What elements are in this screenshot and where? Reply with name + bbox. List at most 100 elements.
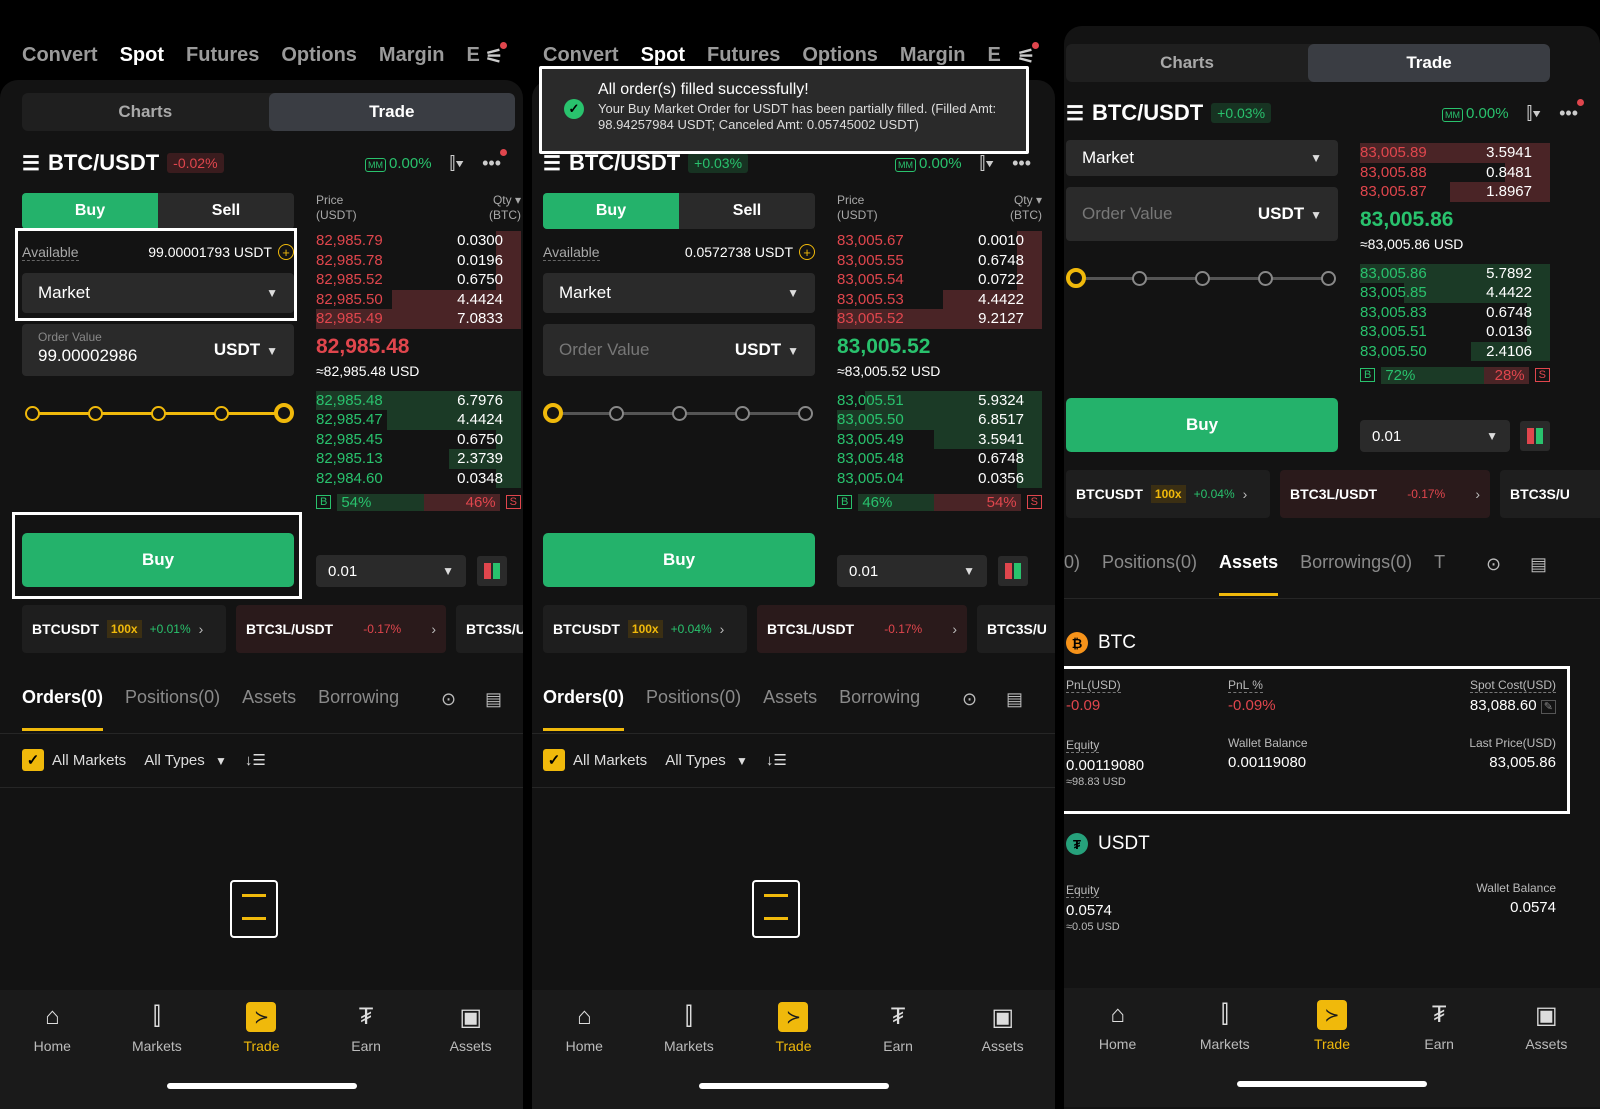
nav-trade[interactable]: ≻ Trade [221,1002,301,1054]
add-funds-icon[interactable]: + [278,244,294,261]
ticker-card[interactable]: BTC3S/U [1500,470,1600,518]
bid-row[interactable]: 82,985.47 4.4424 [316,410,521,430]
buy-button[interactable]: Buy [543,533,815,587]
tab-options[interactable]: Options [281,44,357,70]
ask-row[interactable]: 83,005.88 0.8481 [1360,162,1550,182]
amount-slider[interactable] [22,403,294,423]
buy-tab[interactable]: Buy [543,193,679,229]
bid-row[interactable]: 82,984.60 0.0348 [316,468,521,488]
candlestick-icon[interactable]: ⫿▾ [450,153,465,174]
pair-header[interactable]: ☰ BTC/USDT +0.03% [1066,98,1272,128]
charts-tab[interactable]: Charts [1066,44,1308,82]
tab-futures[interactable]: Futures [186,44,259,70]
tab-assets[interactable]: Assets [242,687,296,717]
mm-indicator[interactable]: MM 0.00% [365,155,432,172]
all-types-select[interactable]: All Types ▼ [665,752,748,769]
amount-slider[interactable] [543,403,815,423]
ask-row[interactable]: 83,005.55 0.6748 [837,250,1042,270]
records-icon[interactable]: ▤ [485,689,502,710]
slider-stop[interactable] [150,406,166,421]
menu-lines-icon[interactable]: ☰ [1066,101,1084,126]
slider-stop[interactable] [797,406,813,421]
amount-slider[interactable] [1066,268,1338,288]
nav-trade[interactable]: ≻ Trade [1292,1000,1372,1052]
ticker-card[interactable]: BTC3S/U [977,605,1055,653]
all-markets-checkbox[interactable]: ✓ All Markets [22,749,126,771]
nav-markets[interactable]: ⫿ Markets [1185,1000,1265,1052]
candlestick-icon[interactable]: ⫿▾ [1527,103,1542,124]
tab-orders[interactable]: (0) [1064,552,1080,582]
mm-indicator[interactable]: MM 0.00% [895,155,962,172]
bid-row[interactable]: 83,005.49 3.5941 [837,429,1042,449]
slider-stop[interactable] [543,403,563,423]
menu-lines-icon[interactable]: ☰ [543,151,561,176]
orderbook-layout-icon[interactable] [1520,421,1550,451]
ticker-card[interactable]: BTCUSDT 100x +0.01% › [22,605,226,653]
ask-row[interactable]: 83,005.53 4.4422 [837,289,1042,309]
all-types-select[interactable]: All Types ▼ [144,752,227,769]
slider-stop[interactable] [734,406,750,421]
tab-orders[interactable]: Orders(0) [543,687,625,731]
ticker-card[interactable]: BTC3L/USDT -0.17% › [757,605,967,653]
bid-row[interactable]: 83,005.51 5.9324 [837,390,1042,410]
ticker-card[interactable]: BTC3L/USDT -0.17% › [236,605,446,653]
tab-margin[interactable]: Margin [379,44,445,70]
tab-spot[interactable]: Spot [120,44,164,70]
order-value-input[interactable]: Order Value USDT ▼ [543,324,815,376]
ask-row[interactable]: 83,005.67 0.0010 [837,231,1042,251]
tab-more[interactable]: E [466,44,479,70]
ask-row[interactable]: 82,985.52 0.6750 [316,270,521,290]
bid-row[interactable]: 83,005.86 5.7892 [1360,263,1550,283]
history-icon[interactable]: ⊙ [441,689,456,710]
slider-stop[interactable] [1257,271,1273,286]
more-dots-icon[interactable]: ••• [1559,98,1584,124]
slider-stop[interactable] [1131,271,1147,286]
tab-assets[interactable]: Assets [763,687,817,717]
tab-more[interactable]: T [1434,552,1445,582]
bid-row[interactable]: 83,005.83 0.6748 [1360,302,1550,322]
orderbook-layout-icon[interactable] [477,556,507,586]
slider-stop[interactable] [1320,271,1336,286]
tab-borrowing[interactable]: Borrowing [839,687,920,717]
ask-row[interactable]: 83,005.54 0.0722 [837,270,1042,290]
nav-assets[interactable]: ▣ Assets [963,1002,1043,1055]
sort-icon[interactable]: ↓☰ [245,751,266,769]
sort-icon[interactable]: ↓☰ [766,751,787,769]
edit-icon[interactable]: ✎ [1540,700,1556,714]
nav-trade[interactable]: ≻ Trade [753,1002,833,1054]
order-type-select[interactable]: Market ▼ [22,273,294,313]
nav-markets[interactable]: ⫿ Markets [117,1002,197,1054]
tab-borrowings[interactable]: Borrowings(0) [1300,552,1412,582]
ticker-card[interactable]: BTC3S/U [456,605,523,653]
records-icon[interactable]: ▤ [1530,554,1547,575]
history-icon[interactable]: ⊙ [1486,554,1501,575]
depth-select[interactable]: 0.01 ▼ [837,555,987,587]
order-value-input[interactable]: Order Value USDT ▼ [1066,187,1338,241]
slider-stop[interactable] [1194,271,1210,286]
nav-assets[interactable]: ▣ Assets [1506,1000,1586,1053]
add-funds-icon[interactable]: + [799,244,815,261]
all-markets-checkbox[interactable]: ✓ All Markets [543,749,647,771]
settings-sliders-icon[interactable]: ⚟ [485,42,507,69]
tab-orders[interactable]: Orders(0) [22,687,104,731]
bid-row[interactable]: 83,005.04 0.0356 [837,468,1042,488]
order-value-input[interactable]: Order Value 99.00002986 USDT ▼ [22,324,294,376]
slider-stop[interactable] [24,406,40,421]
nav-home[interactable]: ⌂ Home [544,1002,624,1054]
more-dots-icon[interactable]: ••• [1012,153,1031,174]
ask-row[interactable]: 83,005.89 3.5941 [1360,143,1550,163]
tab-positions[interactable]: Positions(0) [125,687,220,717]
slider-stop[interactable] [213,406,229,421]
tab-convert[interactable]: Convert [22,44,98,70]
tab-borrowing[interactable]: Borrowing [318,687,399,717]
buy-button[interactable]: Buy [22,533,294,587]
slider-stop[interactable] [1066,268,1086,288]
ask-row[interactable]: 83,005.52 9.2127 [837,309,1042,329]
buy-tab[interactable]: Buy [22,193,158,229]
bid-row[interactable]: 83,005.51 0.0136 [1360,322,1550,342]
tab-assets[interactable]: Assets [1219,552,1279,596]
bid-row[interactable]: 82,985.48 6.7976 [316,390,521,410]
nav-earn[interactable]: ₮ Earn [858,1002,938,1054]
ask-row[interactable]: 82,985.50 4.4424 [316,289,521,309]
bid-row[interactable]: 82,985.13 2.3739 [316,449,521,469]
